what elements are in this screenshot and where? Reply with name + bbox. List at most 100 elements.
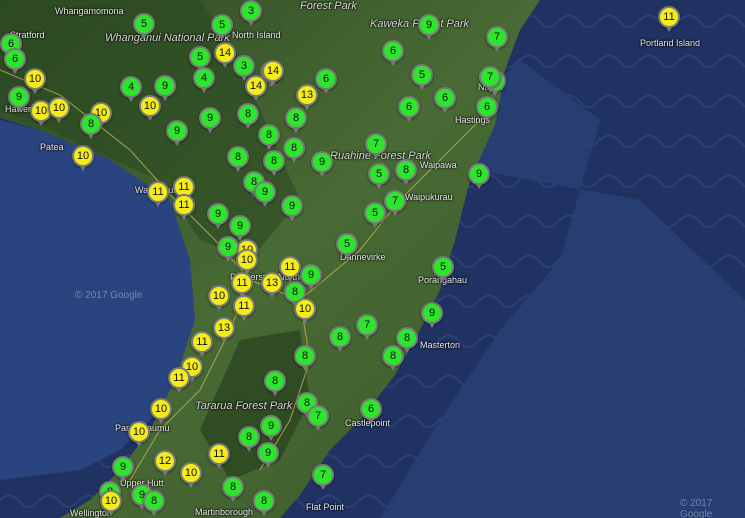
cluster-marker-green[interactable]: 7 [384, 190, 406, 216]
cluster-marker-green[interactable]: 8 [395, 159, 417, 185]
cluster-marker-green[interactable]: 7 [365, 133, 387, 159]
cluster-marker-yellow[interactable]: 14 [262, 60, 284, 86]
cluster-marker-yellow[interactable]: 10 [100, 490, 122, 516]
cluster-marker-green[interactable]: 9 [257, 442, 279, 468]
cluster-marker-green[interactable]: 3 [240, 0, 262, 26]
cluster-marker-green[interactable]: 8 [80, 113, 102, 139]
watermark: © 2017 Google [75, 290, 143, 301]
cluster-marker-yellow[interactable]: 10 [180, 462, 202, 488]
cluster-marker-green[interactable]: 8 [253, 490, 275, 516]
cluster-marker-yellow[interactable]: 13 [213, 317, 235, 343]
cluster-marker-green[interactable]: 6 [476, 96, 498, 122]
cluster-marker-green[interactable]: 9 [207, 203, 229, 229]
cluster-marker-green[interactable]: 9 [311, 151, 333, 177]
cluster-marker-green[interactable]: 6 [315, 68, 337, 94]
cluster-marker-green[interactable]: 8 [285, 107, 307, 133]
cluster-marker-yellow[interactable]: 11 [233, 295, 255, 321]
cluster-marker-green[interactable]: 9 [166, 120, 188, 146]
place-label: Martinborough [195, 507, 254, 517]
cluster-marker-green[interactable]: 8 [258, 124, 280, 150]
place-label: North Island [232, 30, 281, 40]
cluster-marker-green[interactable]: 9 [199, 107, 221, 133]
cluster-marker-green[interactable]: 5 [411, 64, 433, 90]
cluster-marker-green[interactable]: 5 [189, 46, 211, 72]
place-label: Forest Park [300, 0, 357, 12]
cluster-marker-green[interactable]: 9 [300, 264, 322, 290]
cluster-marker-yellow[interactable]: 11 [658, 6, 680, 32]
cluster-marker-green[interactable]: 3 [233, 55, 255, 81]
cluster-marker-green[interactable]: 9 [229, 215, 251, 241]
cluster-marker-green[interactable]: 9 [281, 195, 303, 221]
cluster-marker-yellow[interactable]: 10 [24, 68, 46, 94]
cluster-marker-yellow[interactable]: 10 [48, 97, 70, 123]
cluster-marker-yellow[interactable]: 10 [294, 298, 316, 324]
cluster-marker-green[interactable]: 6 [434, 87, 456, 113]
cluster-marker-yellow[interactable]: 13 [296, 84, 318, 110]
cluster-marker-yellow[interactable]: 12 [154, 450, 176, 476]
cluster-marker-green[interactable]: 6 [4, 48, 26, 74]
cluster-marker-green[interactable]: 7 [356, 314, 378, 340]
cluster-marker-yellow[interactable]: 10 [208, 285, 230, 311]
cluster-marker-yellow[interactable]: 10 [139, 95, 161, 121]
place-label: Waipawa [420, 160, 457, 170]
watermark: © 2017 Google [680, 498, 713, 518]
cluster-marker-green[interactable]: 8 [237, 103, 259, 129]
cluster-marker-yellow[interactable]: 14 [245, 75, 267, 101]
cluster-marker-green[interactable]: 6 [382, 40, 404, 66]
cluster-marker-yellow[interactable]: 11 [147, 181, 169, 207]
cluster-marker-yellow[interactable]: 11 [208, 443, 230, 469]
cluster-marker-green[interactable]: 8 [227, 146, 249, 172]
cluster-marker-green[interactable]: 8 [396, 327, 418, 353]
cluster-marker-green[interactable]: 8 [143, 490, 165, 516]
cluster-marker-yellow[interactable]: 10 [150, 398, 172, 424]
cluster-marker-green[interactable]: 7 [307, 405, 329, 431]
cluster-marker-green[interactable]: 9 [112, 456, 134, 482]
cluster-marker-yellow[interactable]: 11 [231, 272, 253, 298]
cluster-marker-green[interactable]: 8 [263, 150, 285, 176]
cluster-marker-green[interactable]: 8 [264, 370, 286, 396]
cluster-marker-green[interactable]: 8 [222, 476, 244, 502]
cluster-marker-green[interactable]: 7 [486, 26, 508, 52]
cluster-marker-green[interactable]: 8 [294, 345, 316, 371]
cluster-marker-green[interactable]: 4 [193, 67, 215, 93]
place-label: Flat Point [306, 502, 345, 512]
cluster-marker-yellow[interactable]: 13 [261, 272, 283, 298]
cluster-marker-green[interactable]: 9 [260, 415, 282, 441]
cluster-marker-yellow[interactable]: 11 [173, 194, 195, 220]
cluster-marker-green[interactable]: 5 [364, 202, 386, 228]
cluster-marker-green[interactable]: 8 [283, 137, 305, 163]
cluster-marker-green[interactable]: 5 [133, 13, 155, 39]
cluster-marker-yellow[interactable]: 11 [191, 331, 213, 357]
cluster-marker-green[interactable]: 5 [432, 256, 454, 282]
place-label: Portland Island [640, 38, 701, 48]
cluster-marker-green[interactable]: 8 [329, 326, 351, 352]
cluster-marker-yellow[interactable]: 10 [128, 421, 150, 447]
place-label: Tararua Forest Park [195, 400, 293, 412]
cluster-marker-yellow[interactable]: 11 [279, 256, 301, 282]
cluster-marker-green[interactable]: 5 [211, 14, 233, 40]
place-label: Masterton [420, 340, 461, 350]
cluster-marker-green[interactable]: 5 [336, 233, 358, 259]
cluster-marker-green[interactable]: 5 [368, 163, 390, 189]
cluster-marker-yellow[interactable]: 10 [72, 145, 94, 171]
cluster-marker-green[interactable]: 9 [421, 302, 443, 328]
cluster-marker-yellow[interactable]: 14 [214, 42, 236, 68]
cluster-marker-green[interactable]: 6 [398, 96, 420, 122]
place-label: Patea [40, 142, 64, 152]
place-label: Whanganui National Park [105, 32, 230, 44]
cluster-marker-green[interactable]: 9 [254, 181, 276, 207]
cluster-marker-green[interactable]: 8 [382, 345, 404, 371]
cluster-marker-green[interactable]: 8 [238, 426, 260, 452]
cluster-marker-green[interactable]: 4 [120, 76, 142, 102]
cluster-marker-green[interactable]: 9 [154, 75, 176, 101]
cluster-marker-green[interactable]: 7 [479, 66, 501, 92]
cluster-marker-green[interactable]: 9 [418, 14, 440, 40]
cluster-marker-green[interactable]: 7 [312, 464, 334, 490]
cluster-marker-yellow[interactable]: 11 [168, 367, 190, 393]
cluster-marker-yellow[interactable]: 10 [236, 249, 258, 275]
map-canvas[interactable]: Whangamomona Whanganui National Park North… [0, 0, 745, 518]
cluster-marker-green[interactable]: 9 [8, 86, 30, 112]
cluster-marker-green[interactable]: 9 [468, 163, 490, 189]
cluster-marker-green[interactable]: 6 [360, 398, 382, 424]
cluster-marker-green[interactable]: 9 [217, 236, 239, 262]
